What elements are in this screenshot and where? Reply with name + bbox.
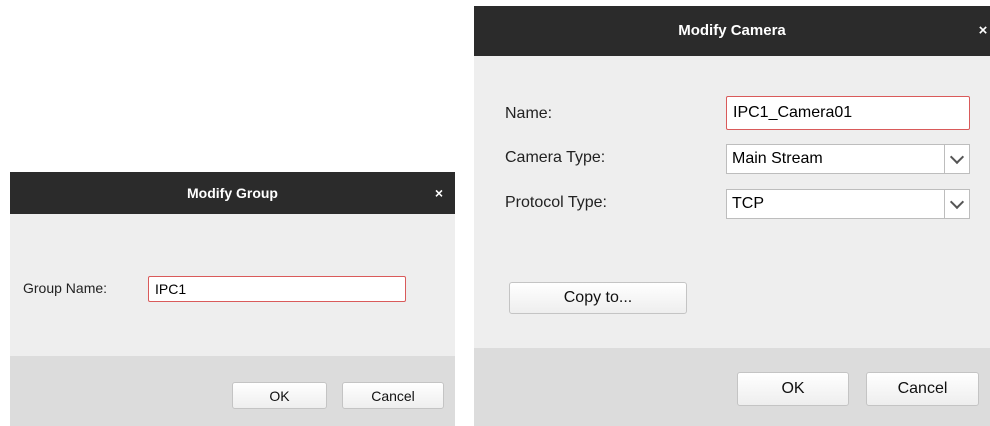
camera-dialog-titlebar[interactable]: Modify Camera <box>474 6 990 56</box>
chevron-down-icon[interactable] <box>944 190 969 218</box>
modify-camera-dialog: Modify Camera × Name: Camera Type: Main … <box>474 6 990 426</box>
camera-ok-button[interactable]: OK <box>737 372 849 406</box>
group-dialog-title: Modify Group <box>187 185 278 201</box>
chevron-down-icon[interactable] <box>944 145 969 173</box>
group-ok-button[interactable]: OK <box>232 382 327 409</box>
camera-type-value: Main Stream <box>732 150 823 167</box>
camera-name-label: Name: <box>505 105 553 122</box>
protocol-type-label: Protocol Type: <box>505 194 607 211</box>
protocol-type-select[interactable]: TCP <box>726 189 970 219</box>
camera-cancel-button[interactable]: Cancel <box>866 372 979 406</box>
close-icon: × <box>978 22 988 39</box>
camera-dialog-close-button[interactable]: × <box>976 6 990 56</box>
modify-group-dialog: Modify Group × Group Name: OK Cancel <box>10 172 455 426</box>
group-name-input[interactable] <box>148 276 406 302</box>
camera-type-select[interactable]: Main Stream <box>726 144 970 174</box>
camera-name-input[interactable] <box>726 96 970 130</box>
copy-to-button[interactable]: Copy to... <box>509 282 687 314</box>
camera-type-label: Camera Type: <box>505 149 606 166</box>
camera-dialog-title: Modify Camera <box>678 22 786 39</box>
group-dialog-close-button[interactable]: × <box>431 172 447 214</box>
group-cancel-button[interactable]: Cancel <box>342 382 444 409</box>
group-name-label: Group Name: <box>23 280 108 296</box>
close-icon: × <box>434 185 444 201</box>
group-dialog-titlebar[interactable]: Modify Group <box>10 172 455 214</box>
protocol-type-value: TCP <box>732 195 764 212</box>
